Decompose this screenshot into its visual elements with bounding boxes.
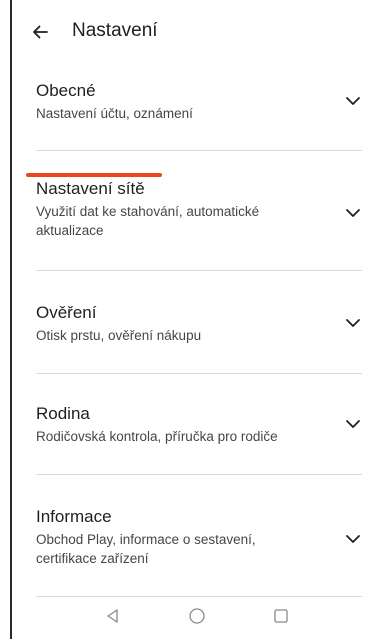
nav-home-button[interactable]: [186, 605, 208, 627]
left-window-edge: [10, 0, 12, 639]
nav-recents-button[interactable]: [270, 605, 292, 627]
annotation-underline: [26, 173, 162, 177]
section-title: Rodina: [36, 404, 90, 423]
expand-button[interactable]: [344, 314, 362, 332]
chevron-down-icon: [346, 97, 360, 105]
section-subtitle: Rodičovská kontrola, příručka pro rodiče: [36, 429, 278, 444]
divider: [36, 474, 362, 475]
section-subtitle: Nastavení účtu, oznámení: [36, 106, 193, 121]
section-obecne[interactable]: Obecné Nastavení účtu, oznámení: [36, 80, 362, 123]
section-overeni[interactable]: Ověření Otisk prstu, ověření nákupu: [36, 302, 362, 345]
section-title: Informace: [36, 507, 112, 526]
section-subtitle: Využití dat ke stahování, automatické ak…: [36, 204, 260, 238]
section-title: Ověření: [36, 303, 97, 322]
back-button[interactable]: [26, 18, 54, 46]
section-subtitle: Otisk prstu, ověření nákupu: [36, 328, 202, 343]
section-title: Obecné: [36, 81, 96, 100]
app-bar: Nastavení: [0, 0, 381, 62]
system-navigation-bar: [12, 593, 381, 639]
chevron-down-icon: [346, 420, 360, 428]
circle-home-icon: [188, 608, 205, 624]
divider: [36, 270, 362, 271]
nav-back-button[interactable]: [102, 605, 124, 627]
expand-button[interactable]: [344, 530, 362, 548]
expand-button[interactable]: [344, 204, 362, 222]
arrow-left-icon: [33, 25, 48, 39]
section-subtitle: Obchod Play, informace o sestavení, cert…: [36, 532, 256, 566]
section-rodina[interactable]: Rodina Rodičovská kontrola, příručka pro…: [36, 403, 362, 446]
page-title: Nastavení: [72, 20, 158, 41]
divider: [36, 150, 362, 151]
divider: [36, 373, 362, 374]
chevron-down-icon: [346, 209, 360, 217]
section-informace[interactable]: Informace Obchod Play, informace o sesta…: [36, 506, 362, 568]
expand-button[interactable]: [344, 92, 362, 110]
section-title: Nastavení sítě: [36, 179, 145, 198]
triangle-back-icon: [106, 609, 118, 623]
section-nastaveni-site[interactable]: Nastavení sítě Využití dat ke stahování,…: [36, 178, 362, 240]
chevron-down-icon: [346, 535, 360, 543]
square-recents-icon: [273, 609, 288, 623]
expand-button[interactable]: [344, 415, 362, 433]
chevron-down-icon: [346, 319, 360, 327]
